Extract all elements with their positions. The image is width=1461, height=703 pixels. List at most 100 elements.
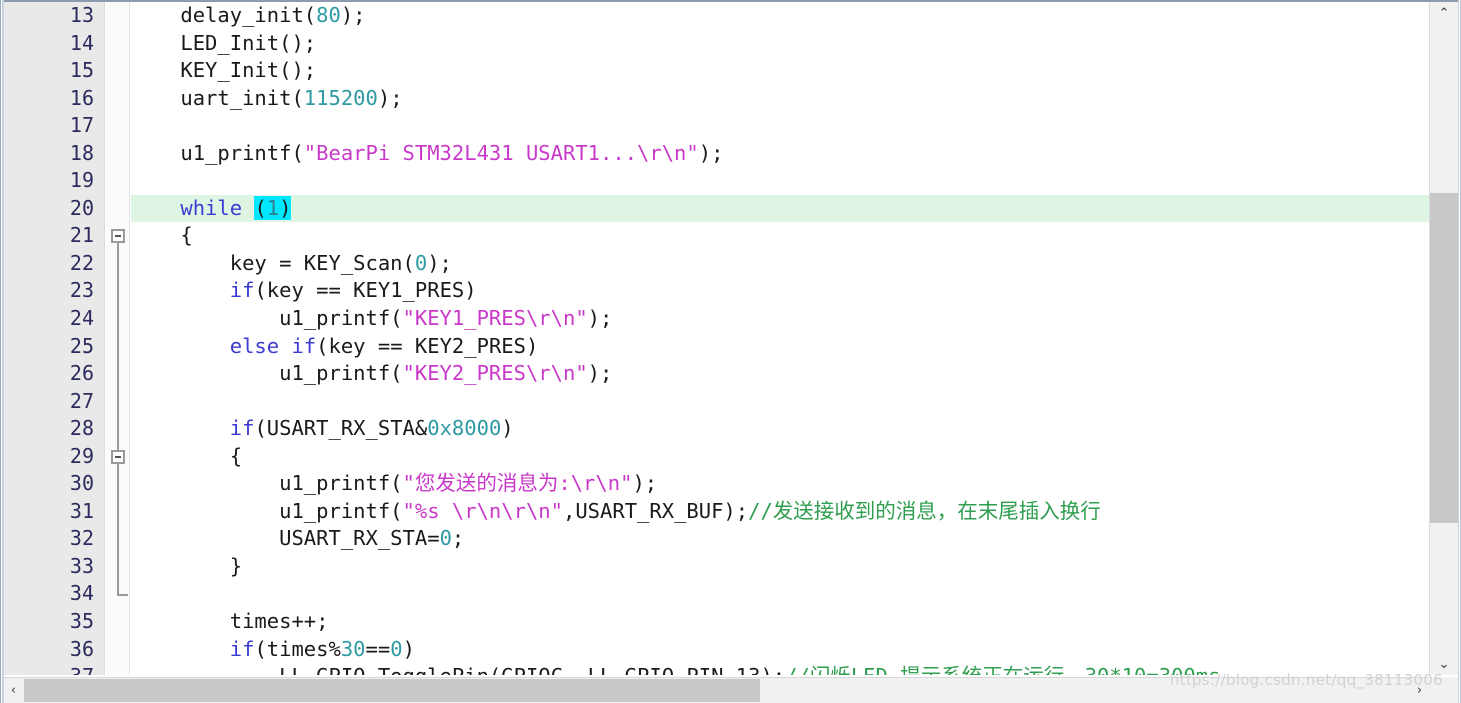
- code-token-plain: (times%: [254, 636, 341, 661]
- code-token-kw: if: [229, 636, 255, 661]
- line-number: 29: [69, 443, 94, 468]
- code-token-str: "BearPi STM32L431 USART1...\r\n": [303, 140, 699, 165]
- line-number: 31: [69, 498, 94, 523]
- code-token-plain: );: [427, 250, 452, 275]
- code-line[interactable]: u1_printf("BearPi STM32L431 USART1...\r\…: [131, 140, 1429, 168]
- scroll-right-arrow-icon[interactable]: ›: [1410, 678, 1429, 703]
- code-token-plain: ==: [365, 636, 391, 661]
- line-number: 33: [69, 553, 94, 578]
- code-line[interactable]: u1_printf("%s \r\n\r\n",USART_RX_BUF);//…: [131, 498, 1429, 526]
- code-line[interactable]: if(key == KEY1_PRES): [131, 277, 1429, 305]
- code-token-plain: u1_printf(: [131, 361, 403, 386]
- line-number: 28: [69, 416, 94, 441]
- code-token-bracenum: 1: [266, 195, 280, 220]
- code-token-plain: u1_printf(: [131, 140, 304, 165]
- code-line[interactable]: times++;: [131, 608, 1429, 636]
- code-token-plain: u1_printf(: [131, 471, 403, 496]
- code-line[interactable]: u1_printf("KEY2_PRES\r\n");: [131, 360, 1429, 388]
- code-token-plain: key = KEY_Scan(: [131, 250, 415, 275]
- horizontal-scrollbar-thumb[interactable]: [24, 679, 760, 702]
- code-token-str: "KEY2_PRES\r\n": [402, 361, 588, 386]
- line-number: 17: [69, 113, 94, 138]
- code-line[interactable]: KEY_Init();: [131, 57, 1429, 85]
- code-line[interactable]: LED_Init();: [131, 30, 1429, 58]
- line-number: 34: [69, 581, 94, 606]
- code-token-num: 80: [316, 3, 341, 27]
- code-line[interactable]: uart_init(115200);: [131, 85, 1429, 113]
- code-line[interactable]: LL_GPIO_TogglePin(GPIOC, LL_GPIO_PIN_13)…: [131, 663, 1429, 675]
- vertical-scrollbar-thumb[interactable]: [1430, 193, 1458, 523]
- code-token-kw: if: [229, 416, 255, 441]
- code-token-cmt: //闪烁LED,提示系统正在运行，30*10=300ms: [785, 664, 1220, 675]
- scroll-down-arrow-icon[interactable]: ⌄: [1430, 653, 1458, 675]
- code-token-str: "您发送的消息为:\r\n": [402, 471, 633, 496]
- code-line-current[interactable]: while (1): [131, 194, 1429, 223]
- line-number: 20: [69, 195, 94, 220]
- line-number: 23: [69, 278, 94, 303]
- code-folding-margin[interactable]: [106, 2, 130, 675]
- code-token-kw: else if: [229, 333, 317, 358]
- code-token-num: 30: [340, 636, 366, 661]
- code-token-kw: if: [229, 278, 255, 303]
- line-number: 27: [69, 388, 94, 413]
- line-number: 36: [69, 636, 94, 661]
- code-line[interactable]: [131, 388, 1429, 416]
- code-line[interactable]: [131, 580, 1429, 608]
- code-token-brace: (: [254, 195, 267, 220]
- line-number: 30: [69, 471, 94, 496]
- fold-block-end-marker: [117, 593, 128, 596]
- line-number: 14: [69, 30, 94, 55]
- line-number: 21: [69, 223, 94, 248]
- code-line[interactable]: }: [131, 553, 1429, 581]
- line-number-gutter[interactable]: 13 14 15 16 17 18 19 20 21 22 23 24 25 26 27 28 29 30 31 32…: [4, 2, 105, 675]
- code-token-plain: (key == KEY1_PRES): [254, 278, 477, 303]
- scrollbar-corner: [1429, 677, 1458, 703]
- code-token-cmt: //发送接收到的消息，在末尾插入换行: [748, 498, 1101, 523]
- fold-collapse-box[interactable]: [111, 229, 125, 244]
- code-token-kw: while: [180, 195, 243, 220]
- code-token-plain: );: [340, 3, 366, 27]
- code-line[interactable]: else if(key == KEY2_PRES): [131, 333, 1429, 361]
- line-number: 37: [4, 663, 104, 675]
- line-number: 19: [69, 168, 94, 193]
- code-line[interactable]: delay_init(80);: [131, 2, 1429, 30]
- code-line[interactable]: {: [131, 222, 1429, 250]
- code-token-plain: delay_init(: [131, 3, 317, 27]
- code-line[interactable]: USART_RX_STA=0;: [131, 525, 1429, 553]
- line-number: 35: [69, 609, 94, 634]
- code-line[interactable]: u1_printf("KEY1_PRES\r\n");: [131, 305, 1429, 333]
- code-token-plain: uart_init(: [131, 85, 304, 110]
- code-line[interactable]: u1_printf("您发送的消息为:\r\n");: [131, 470, 1429, 498]
- horizontal-scrollbar[interactable]: ‹ ›: [4, 677, 1429, 703]
- code-line[interactable]: if(USART_RX_STA&0x8000): [131, 415, 1429, 443]
- code-token-plain: KEY_Init();: [131, 58, 317, 83]
- code-token-num: 0: [390, 636, 403, 661]
- code-editing-area[interactable]: 13 14 15 16 17 18 19 20 21 22 23 24 25 26 27 28 29 30 31 32…: [4, 2, 1429, 675]
- code-token-plain: u1_printf(: [131, 306, 403, 331]
- code-line[interactable]: [131, 112, 1429, 140]
- scroll-left-arrow-icon[interactable]: ‹: [4, 678, 23, 703]
- code-token-str: "KEY1_PRES\r\n": [402, 306, 588, 331]
- code-token-plain: ): [402, 636, 415, 661]
- code-token-plain: u1_printf(: [131, 498, 403, 523]
- fold-collapse-box[interactable]: [111, 449, 125, 464]
- code-text-surface[interactable]: delay_init(80); LED_Init(); KEY_Init(); …: [131, 2, 1429, 675]
- code-token-plain: );: [632, 471, 658, 496]
- code-line[interactable]: [131, 167, 1429, 195]
- code-editor-window: 13 14 15 16 17 18 19 20 21 22 23 24 25 26 27 28 29 30 31 32…: [0, 0, 1461, 703]
- code-line[interactable]: key = KEY_Scan(0);: [131, 250, 1429, 278]
- code-line[interactable]: if(times%30==0): [131, 636, 1429, 664]
- code-line[interactable]: {: [131, 443, 1429, 471]
- vertical-scrollbar[interactable]: ⌃ ⌄: [1429, 2, 1458, 675]
- code-token-num: 115200: [303, 85, 378, 110]
- code-token-plain: (USART_RX_STA&: [254, 416, 428, 441]
- code-token-plain: times++;: [131, 609, 329, 634]
- scroll-up-arrow-icon[interactable]: ⌃: [1430, 2, 1458, 24]
- code-token-plain: );: [587, 361, 613, 386]
- line-number: 24: [69, 306, 94, 331]
- code-token-plain: }: [131, 553, 243, 578]
